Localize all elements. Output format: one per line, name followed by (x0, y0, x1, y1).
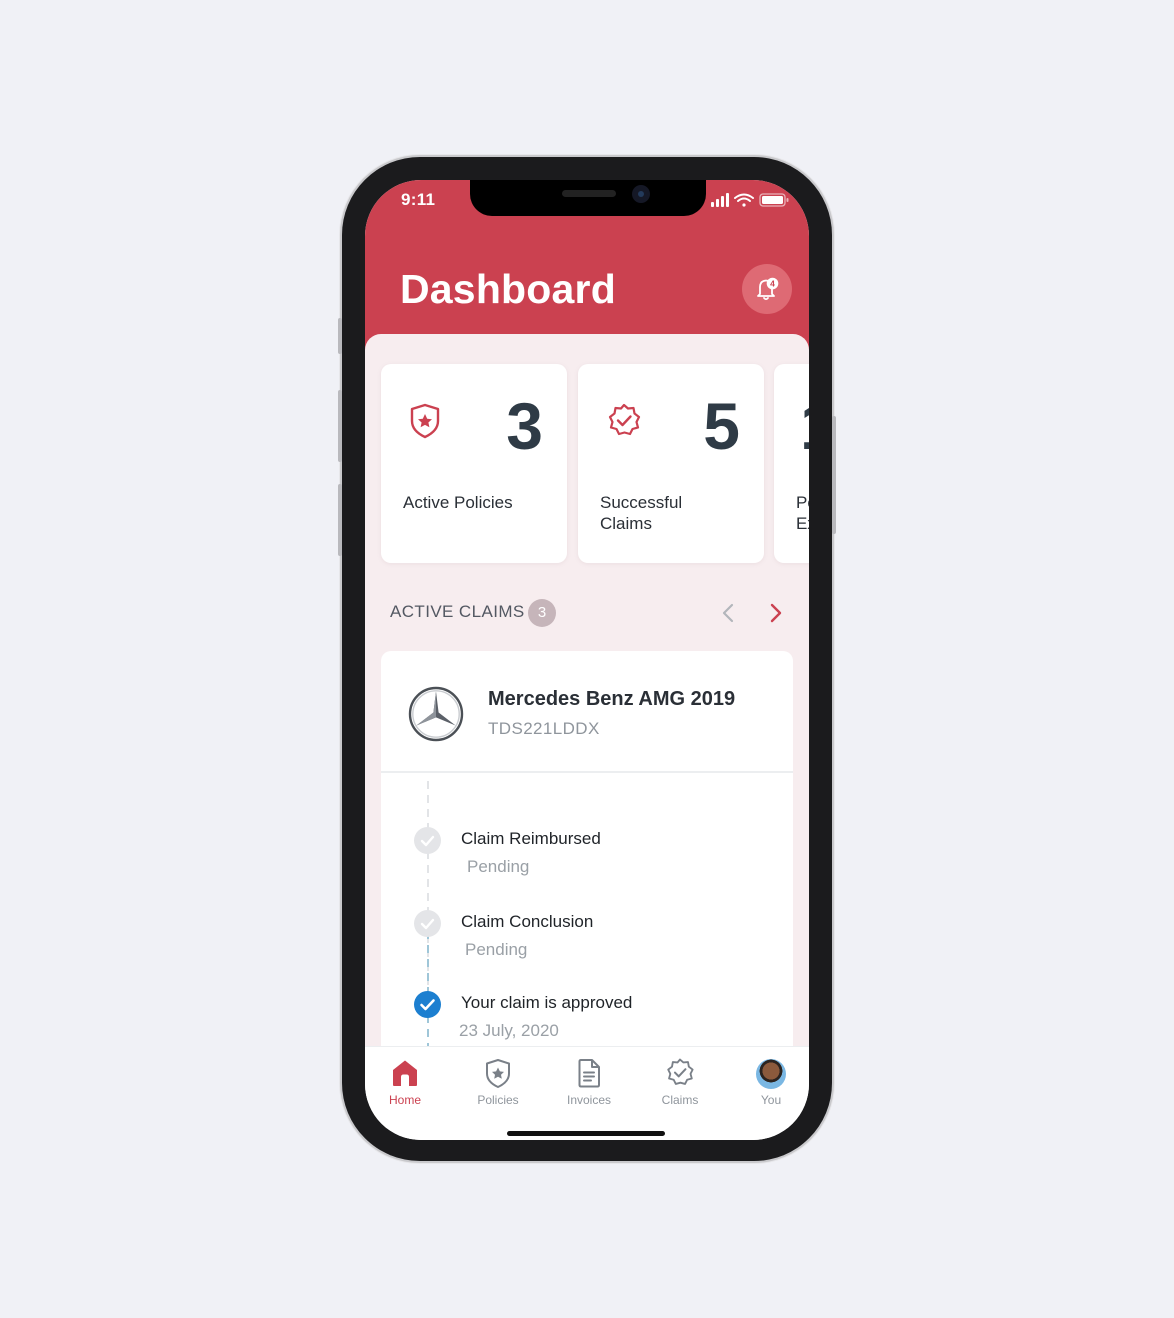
claim-timeline: Claim Reimbursed Pending Claim Conclusio… (381, 773, 793, 1081)
power-button (832, 416, 836, 534)
stat-card-successful-claims[interactable]: 5 Successful Claims (578, 364, 764, 563)
stat-card-active-policies[interactable]: 3 Active Policies (381, 364, 567, 563)
stat-card-partial[interactable]: 1 Po Ex (774, 364, 809, 563)
stat-value: 1 (800, 386, 809, 466)
bell-icon: 4 (757, 277, 779, 301)
home-icon (393, 1060, 417, 1086)
status-time: 9:11 (401, 190, 436, 209)
tab-label: Policies (477, 1093, 519, 1107)
claim-card[interactable]: Mercedes Benz AMG 2019 TDS221LDDX Claim … (381, 651, 793, 1081)
home-indicator[interactable] (507, 1131, 665, 1136)
step-title: Claim Conclusion (461, 912, 594, 931)
wifi-icon (734, 193, 754, 207)
step-status: Pending (465, 940, 528, 959)
tab-label: Invoices (566, 1093, 612, 1107)
claims-count-badge: 3 (528, 599, 556, 627)
signal-icon (711, 193, 729, 207)
shield-star-icon (410, 403, 440, 439)
chevron-right-icon[interactable] (762, 600, 788, 626)
tab-claims[interactable]: Claims (640, 1057, 720, 1111)
step-date: 23 July, 2020 (459, 1021, 559, 1040)
chevron-left-icon[interactable] (716, 600, 742, 626)
active-claims-header: ACTIVE CLAIMS 3 (390, 596, 790, 627)
speaker-grille (562, 190, 616, 197)
tab-label: Claims (661, 1093, 699, 1107)
badge-check-icon (608, 403, 641, 436)
notifications-button[interactable]: 4 (742, 264, 792, 314)
stat-value: 3 (506, 389, 543, 463)
tab-label: Home (388, 1093, 421, 1107)
shield-star-icon (486, 1059, 510, 1088)
tab-label: You (760, 1093, 782, 1107)
step-title: Your claim is approved (461, 993, 633, 1012)
avatar (756, 1059, 786, 1089)
dashboard-content: 3 Active Policies 5 Successful Claims 1 … (365, 334, 809, 1081)
stat-label: Successful Claims (600, 493, 683, 533)
front-camera (632, 185, 650, 203)
badge-check-icon (667, 1058, 694, 1085)
car-plate: TDS221LDDX (488, 719, 600, 738)
status-icons (711, 193, 789, 207)
step-status: Pending (467, 857, 530, 876)
dashboard-header: 9:11 Dashboard 4 (365, 180, 809, 355)
notification-count: 4 (770, 278, 775, 288)
step-title: Claim Reimbursed (461, 829, 601, 848)
document-icon (578, 1059, 600, 1088)
mute-switch (338, 318, 342, 354)
mercedes-logo-icon (408, 686, 464, 742)
stat-label: Active Policies (403, 493, 513, 512)
stat-value: 5 (703, 389, 740, 463)
section-label: ACTIVE CLAIMS (390, 602, 525, 621)
step-complete-icon (414, 991, 441, 1018)
app-screen: 9:11 Dashboard 4 3 Active Policies 5 Suc… (365, 180, 809, 1140)
tab-you[interactable]: You (731, 1057, 809, 1111)
battery-icon (759, 193, 789, 207)
tab-home[interactable]: Home (365, 1057, 445, 1111)
bottom-tab-bar: Home Policies Invoices Claims You (365, 1046, 809, 1140)
notch (470, 180, 706, 216)
stat-label: Po Ex (796, 493, 809, 533)
volume-down-button (338, 484, 342, 556)
volume-up-button (338, 390, 342, 462)
tab-policies[interactable]: Policies (458, 1057, 538, 1111)
step-pending-icon (414, 910, 441, 937)
page-title: Dashboard (400, 266, 616, 312)
tab-invoices[interactable]: Invoices (549, 1057, 629, 1111)
step-pending-icon (414, 827, 441, 854)
car-name: Mercedes Benz AMG 2019 (488, 688, 736, 710)
